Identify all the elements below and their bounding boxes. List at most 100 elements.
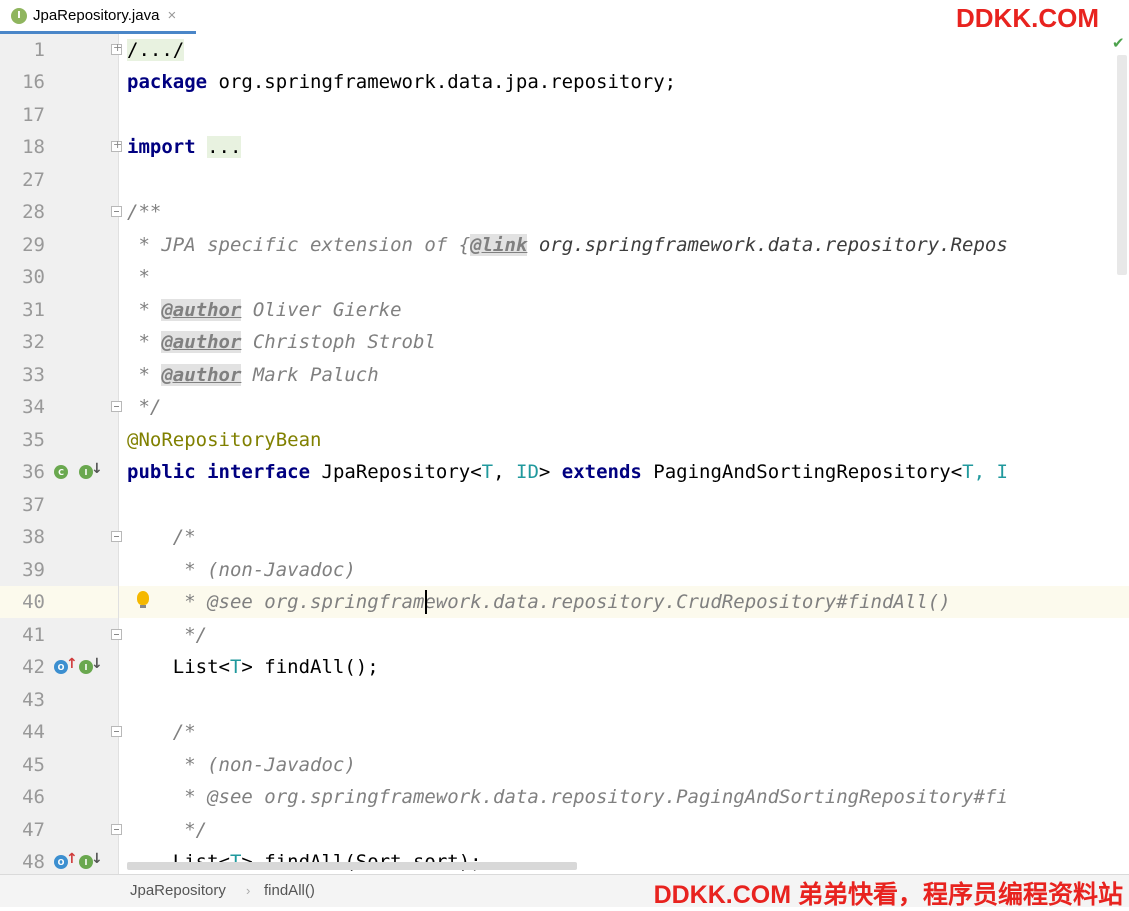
- arrow-up-icon: ↑: [66, 851, 78, 867]
- javadoc-link-ref: org.springframework.data.repository.Repo…: [527, 234, 1008, 256]
- line-number: 39: [22, 559, 45, 581]
- line-number: 1: [33, 39, 45, 61]
- breadcrumb-separator: ›: [246, 883, 251, 898]
- keyword: import: [127, 136, 196, 158]
- package-name: org.springframework.data.jpa.repository;: [207, 71, 677, 93]
- line-number: 45: [22, 754, 45, 776]
- punct: >: [538, 461, 562, 483]
- comment-text: *: [127, 299, 162, 321]
- fold-collapse-icon[interactable]: [111, 401, 122, 412]
- code-line-32: * @author Christoph Strobl: [127, 326, 436, 358]
- interface-icon: I: [11, 7, 27, 24]
- tab-jparepository[interactable]: I JpaRepository.java ×: [0, 0, 196, 34]
- code-line-16: package org.springframework.data.jpa.rep…: [127, 66, 676, 98]
- line-number: 27: [22, 169, 45, 191]
- fold-collapse-icon[interactable]: [111, 726, 122, 737]
- fold-expand-icon[interactable]: [111, 41, 122, 55]
- type-param: ID: [516, 461, 539, 483]
- breadcrumb-item-class[interactable]: JpaRepository: [130, 875, 226, 907]
- type-param: T: [229, 656, 242, 678]
- code-line-39: * (non-Javadoc): [127, 559, 356, 581]
- line-number: 18: [22, 136, 45, 158]
- arrow-down-icon: ↓: [91, 461, 103, 477]
- line-number: 30: [22, 266, 45, 288]
- comment-text: *: [127, 331, 162, 353]
- punct: , I: [973, 461, 1008, 483]
- line-number: 42: [22, 656, 45, 678]
- line-number: 31: [22, 299, 45, 321]
- no-problems-check-icon[interactable]: ✔: [1112, 34, 1125, 52]
- tab-label: JpaRepository.java: [33, 7, 160, 24]
- arrow-down-icon: ↓: [91, 851, 103, 867]
- return-type: List<: [127, 656, 230, 678]
- code-line-34: */: [127, 396, 162, 418]
- code-line-35: @NoRepositoryBean: [127, 429, 322, 451]
- arrow-down-icon: ↓: [91, 656, 103, 672]
- fold-collapse-icon[interactable]: [111, 206, 122, 217]
- horizontal-scrollbar[interactable]: [127, 862, 577, 870]
- fold-collapse-icon[interactable]: [111, 531, 122, 542]
- code-line-33: * @author Mark Paluch: [127, 359, 379, 391]
- keyword: extends: [561, 461, 642, 483]
- author-name: Mark Paluch: [241, 364, 379, 386]
- text-caret: [425, 590, 427, 614]
- super-interface: PagingAndSortingRepository<: [641, 461, 963, 483]
- code-line-38: /*: [127, 526, 196, 548]
- fold-expand-icon[interactable]: [111, 138, 122, 152]
- folded-imports[interactable]: ...: [207, 136, 242, 158]
- javadoc-tag: @author: [161, 299, 242, 321]
- line-number: 16: [22, 71, 45, 93]
- interface-name: JpaRepository<: [321, 461, 482, 483]
- line-number: 44: [22, 721, 45, 743]
- vertical-scrollbar[interactable]: [1117, 55, 1127, 275]
- method-sig: > findAll();: [241, 656, 379, 678]
- line-number: 32: [22, 331, 45, 353]
- fold-collapse-icon[interactable]: [111, 629, 122, 640]
- line-number: 34: [22, 396, 45, 418]
- code-line-46: * @see org.springframework.data.reposito…: [127, 786, 1008, 808]
- line-number: 41: [22, 624, 45, 646]
- javadoc-tag: @link: [470, 234, 528, 256]
- author-name: Christoph Strobl: [241, 331, 436, 353]
- code-line-42: List<T> findAll();: [127, 651, 379, 683]
- keyword: public: [127, 461, 196, 483]
- line-number: 29: [22, 234, 45, 256]
- code-line-1: /.../: [127, 34, 185, 66]
- breadcrumb: JpaRepository › findAll() DDKK.COM 弟弟快看，…: [0, 874, 1129, 909]
- breadcrumb-item-method[interactable]: findAll(): [264, 875, 315, 907]
- watermark-top: DDKK.COM: [956, 3, 1099, 33]
- punct: ,: [493, 461, 516, 483]
- implemented-by-class-icon[interactable]: C: [54, 465, 68, 479]
- fold-collapse-icon[interactable]: [111, 824, 122, 835]
- close-icon[interactable]: ×: [167, 7, 176, 24]
- code-line-18: import ...: [127, 131, 242, 163]
- line-number: 38: [22, 526, 45, 548]
- code-line-45: * (non-Javadoc): [127, 754, 356, 776]
- javadoc-tag: @author: [161, 331, 242, 353]
- line-number: 36: [22, 461, 45, 483]
- author-name: Oliver Gierke: [241, 299, 402, 321]
- code-line-30: *: [127, 266, 150, 288]
- line-number: 33: [22, 364, 45, 386]
- line-number: 47: [22, 819, 45, 841]
- line-number: 37: [22, 494, 45, 516]
- line-number: 40: [22, 591, 45, 613]
- comment-text: * JPA specific extension of {: [127, 234, 471, 256]
- line-number: 46: [22, 786, 45, 808]
- code-line-31: * @author Oliver Gierke: [127, 294, 402, 326]
- line-number: 28: [22, 201, 45, 223]
- line-number: 35: [22, 429, 45, 451]
- code-line-36: public interface JpaRepository< T, ID> ex…: [127, 456, 1008, 488]
- javadoc-tag: @author: [161, 364, 242, 386]
- comment-text: *: [127, 364, 162, 386]
- code-line-29: * JPA specific extension of {@link org.s…: [127, 229, 1008, 261]
- keyword: interface: [207, 461, 311, 483]
- line-number: 17: [22, 104, 45, 126]
- code-line-40: * @see org.springframework.data.reposito…: [127, 591, 951, 613]
- code-line-41: */: [127, 624, 208, 646]
- code-line-47: */: [127, 819, 208, 841]
- editor-tab-bar: I JpaRepository.java × DDKK.COM: [0, 0, 1129, 35]
- folded-region[interactable]: /.../: [127, 39, 185, 61]
- type-param: T: [962, 461, 974, 483]
- line-number: 43: [22, 689, 45, 711]
